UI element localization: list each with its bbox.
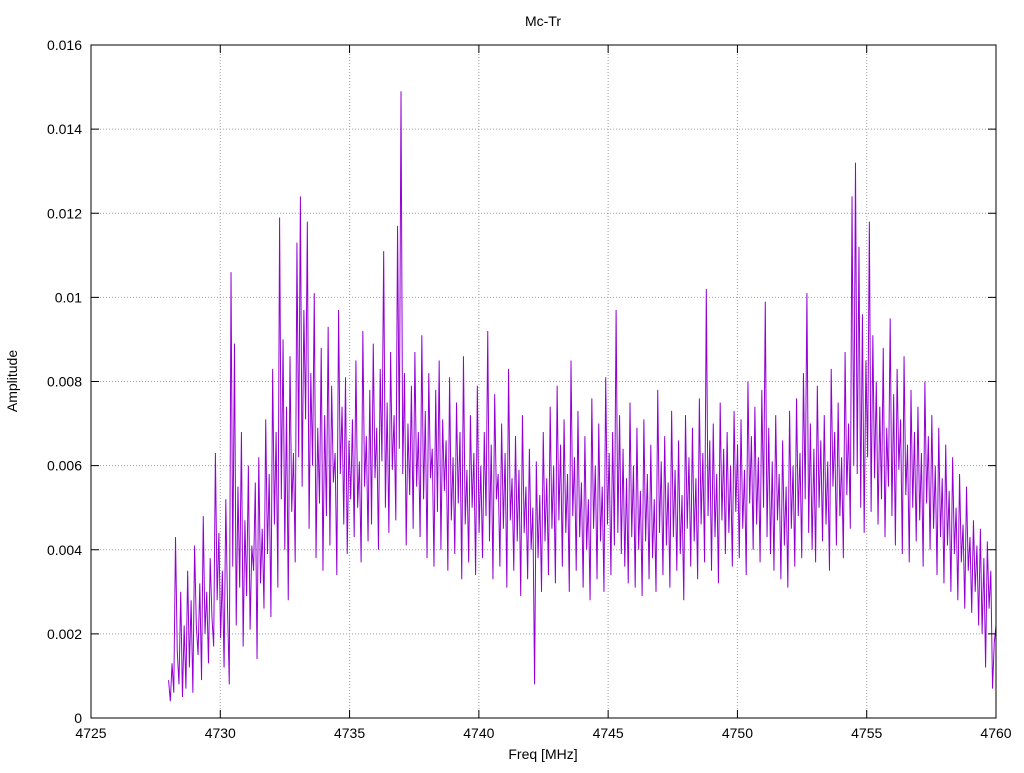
- x-axis-label: Freq [MHz]: [508, 746, 577, 762]
- x-tick-label: 4760: [980, 725, 1011, 741]
- x-tick-label: 4730: [205, 725, 236, 741]
- amplitude-chart: Mc-Tr 4725 4730 4735 4740 4745 4750 4755 4760 0 0…: [4, 13, 1012, 762]
- y-axis-label: Amplitude: [4, 350, 20, 412]
- y-tick-label: 0.012: [47, 205, 82, 221]
- y-tick-label: 0.014: [47, 121, 82, 137]
- series-layer: [168, 91, 997, 702]
- x-tick-label: 4740: [463, 725, 494, 741]
- x-tick-label: 4755: [851, 725, 882, 741]
- y-tick-label: 0.01: [55, 289, 82, 305]
- x-tick-label: 4745: [593, 725, 624, 741]
- series-line: [168, 91, 997, 702]
- x-tick-label: 4735: [334, 725, 365, 741]
- chart-title: Mc-Tr: [525, 13, 561, 29]
- x-tick-label: 4750: [722, 725, 753, 741]
- y-tick-label: 0.016: [47, 37, 82, 53]
- y-tick-label: 0.006: [47, 458, 82, 474]
- y-tick-label: 0.004: [47, 542, 82, 558]
- chart-area: Mc-Tr 4725 4730 4735 4740 4745 4750 4755 4760 0 0…: [0, 0, 1024, 768]
- y-tick-label: 0.008: [47, 374, 82, 390]
- x-tick-label: 4725: [75, 725, 106, 741]
- y-tick-label: 0: [74, 710, 82, 726]
- y-tick-label: 0.002: [47, 626, 82, 642]
